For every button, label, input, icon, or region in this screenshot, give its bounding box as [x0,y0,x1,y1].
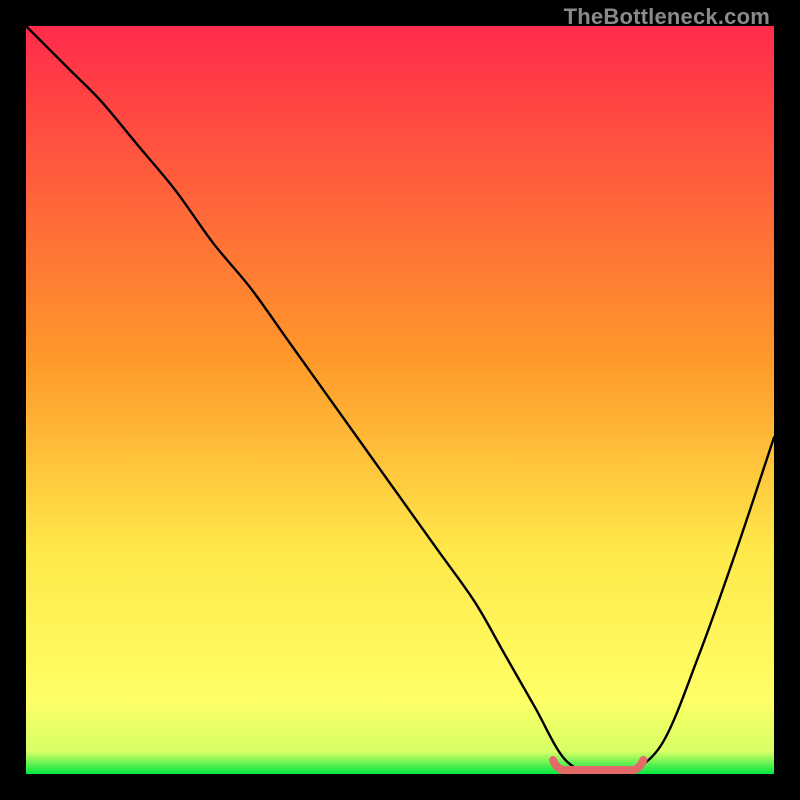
chart-frame [26,26,774,774]
gradient-background [26,26,774,774]
bottleneck-chart [26,26,774,774]
watermark-text: TheBottleneck.com [564,4,770,30]
